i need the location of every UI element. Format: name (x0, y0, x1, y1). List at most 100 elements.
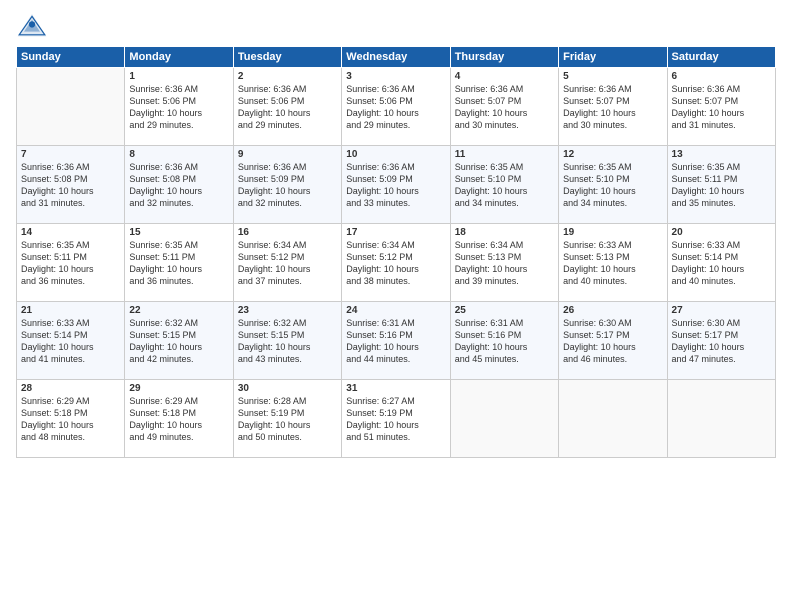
day-number: 30 (238, 383, 337, 394)
day-number: 13 (672, 149, 771, 160)
cell-content: Sunrise: 6:33 AM Sunset: 5:14 PM Dayligh… (21, 317, 120, 366)
day-number: 16 (238, 227, 337, 238)
day-number: 18 (455, 227, 554, 238)
calendar-cell: 12Sunrise: 6:35 AM Sunset: 5:10 PM Dayli… (559, 146, 667, 224)
cell-content: Sunrise: 6:35 AM Sunset: 5:10 PM Dayligh… (563, 161, 662, 210)
cell-content: Sunrise: 6:30 AM Sunset: 5:17 PM Dayligh… (563, 317, 662, 366)
calendar-cell: 16Sunrise: 6:34 AM Sunset: 5:12 PM Dayli… (233, 224, 341, 302)
calendar-cell (559, 380, 667, 458)
cell-content: Sunrise: 6:36 AM Sunset: 5:06 PM Dayligh… (346, 83, 445, 132)
header-day: Friday (559, 47, 667, 68)
day-number: 11 (455, 149, 554, 160)
cell-content: Sunrise: 6:30 AM Sunset: 5:17 PM Dayligh… (672, 317, 771, 366)
day-number: 29 (129, 383, 228, 394)
cell-content: Sunrise: 6:27 AM Sunset: 5:19 PM Dayligh… (346, 395, 445, 444)
calendar-cell: 15Sunrise: 6:35 AM Sunset: 5:11 PM Dayli… (125, 224, 233, 302)
cell-content: Sunrise: 6:35 AM Sunset: 5:11 PM Dayligh… (672, 161, 771, 210)
cell-content: Sunrise: 6:36 AM Sunset: 5:06 PM Dayligh… (238, 83, 337, 132)
cell-content: Sunrise: 6:35 AM Sunset: 5:11 PM Dayligh… (129, 239, 228, 288)
header-day: Wednesday (342, 47, 450, 68)
calendar-cell: 8Sunrise: 6:36 AM Sunset: 5:08 PM Daylig… (125, 146, 233, 224)
day-number: 8 (129, 149, 228, 160)
day-number: 19 (563, 227, 662, 238)
cell-content: Sunrise: 6:35 AM Sunset: 5:10 PM Dayligh… (455, 161, 554, 210)
calendar-week: 14Sunrise: 6:35 AM Sunset: 5:11 PM Dayli… (17, 224, 776, 302)
calendar-cell: 30Sunrise: 6:28 AM Sunset: 5:19 PM Dayli… (233, 380, 341, 458)
calendar-cell: 4Sunrise: 6:36 AM Sunset: 5:07 PM Daylig… (450, 68, 558, 146)
calendar-cell: 6Sunrise: 6:36 AM Sunset: 5:07 PM Daylig… (667, 68, 775, 146)
cell-content: Sunrise: 6:36 AM Sunset: 5:06 PM Dayligh… (129, 83, 228, 132)
cell-content: Sunrise: 6:31 AM Sunset: 5:16 PM Dayligh… (455, 317, 554, 366)
cell-content: Sunrise: 6:31 AM Sunset: 5:16 PM Dayligh… (346, 317, 445, 366)
calendar-cell: 17Sunrise: 6:34 AM Sunset: 5:12 PM Dayli… (342, 224, 450, 302)
header-day: Monday (125, 47, 233, 68)
calendar-cell: 28Sunrise: 6:29 AM Sunset: 5:18 PM Dayli… (17, 380, 125, 458)
calendar-cell: 9Sunrise: 6:36 AM Sunset: 5:09 PM Daylig… (233, 146, 341, 224)
calendar-cell: 25Sunrise: 6:31 AM Sunset: 5:16 PM Dayli… (450, 302, 558, 380)
day-number: 10 (346, 149, 445, 160)
header (16, 12, 776, 40)
calendar-cell: 20Sunrise: 6:33 AM Sunset: 5:14 PM Dayli… (667, 224, 775, 302)
calendar-cell: 27Sunrise: 6:30 AM Sunset: 5:17 PM Dayli… (667, 302, 775, 380)
day-number: 3 (346, 71, 445, 82)
cell-content: Sunrise: 6:36 AM Sunset: 5:07 PM Dayligh… (672, 83, 771, 132)
calendar-header: SundayMondayTuesdayWednesdayThursdayFrid… (17, 47, 776, 68)
header-day: Sunday (17, 47, 125, 68)
day-number: 31 (346, 383, 445, 394)
calendar-cell: 21Sunrise: 6:33 AM Sunset: 5:14 PM Dayli… (17, 302, 125, 380)
header-row: SundayMondayTuesdayWednesdayThursdayFrid… (17, 47, 776, 68)
cell-content: Sunrise: 6:36 AM Sunset: 5:08 PM Dayligh… (21, 161, 120, 210)
day-number: 4 (455, 71, 554, 82)
cell-content: Sunrise: 6:33 AM Sunset: 5:14 PM Dayligh… (672, 239, 771, 288)
cell-content: Sunrise: 6:36 AM Sunset: 5:07 PM Dayligh… (455, 83, 554, 132)
day-number: 15 (129, 227, 228, 238)
day-number: 20 (672, 227, 771, 238)
calendar-table: SundayMondayTuesdayWednesdayThursdayFrid… (16, 46, 776, 458)
day-number: 2 (238, 71, 337, 82)
cell-content: Sunrise: 6:29 AM Sunset: 5:18 PM Dayligh… (21, 395, 120, 444)
day-number: 27 (672, 305, 771, 316)
day-number: 26 (563, 305, 662, 316)
calendar-cell: 14Sunrise: 6:35 AM Sunset: 5:11 PM Dayli… (17, 224, 125, 302)
calendar-cell (450, 380, 558, 458)
day-number: 7 (21, 149, 120, 160)
day-number: 6 (672, 71, 771, 82)
calendar-cell: 3Sunrise: 6:36 AM Sunset: 5:06 PM Daylig… (342, 68, 450, 146)
day-number: 5 (563, 71, 662, 82)
day-number: 24 (346, 305, 445, 316)
calendar-cell: 10Sunrise: 6:36 AM Sunset: 5:09 PM Dayli… (342, 146, 450, 224)
header-day: Thursday (450, 47, 558, 68)
day-number: 28 (21, 383, 120, 394)
calendar-cell: 11Sunrise: 6:35 AM Sunset: 5:10 PM Dayli… (450, 146, 558, 224)
day-number: 14 (21, 227, 120, 238)
day-number: 17 (346, 227, 445, 238)
day-number: 25 (455, 305, 554, 316)
day-number: 9 (238, 149, 337, 160)
header-day: Tuesday (233, 47, 341, 68)
day-number: 22 (129, 305, 228, 316)
calendar-cell: 18Sunrise: 6:34 AM Sunset: 5:13 PM Dayli… (450, 224, 558, 302)
calendar-week: 7Sunrise: 6:36 AM Sunset: 5:08 PM Daylig… (17, 146, 776, 224)
calendar-cell: 1Sunrise: 6:36 AM Sunset: 5:06 PM Daylig… (125, 68, 233, 146)
logo-icon (16, 12, 48, 40)
logo (16, 12, 52, 40)
calendar-cell: 5Sunrise: 6:36 AM Sunset: 5:07 PM Daylig… (559, 68, 667, 146)
calendar-cell: 13Sunrise: 6:35 AM Sunset: 5:11 PM Dayli… (667, 146, 775, 224)
cell-content: Sunrise: 6:36 AM Sunset: 5:09 PM Dayligh… (346, 161, 445, 210)
cell-content: Sunrise: 6:35 AM Sunset: 5:11 PM Dayligh… (21, 239, 120, 288)
header-day: Saturday (667, 47, 775, 68)
cell-content: Sunrise: 6:32 AM Sunset: 5:15 PM Dayligh… (129, 317, 228, 366)
day-number: 23 (238, 305, 337, 316)
calendar-cell (667, 380, 775, 458)
calendar-week: 1Sunrise: 6:36 AM Sunset: 5:06 PM Daylig… (17, 68, 776, 146)
cell-content: Sunrise: 6:34 AM Sunset: 5:13 PM Dayligh… (455, 239, 554, 288)
calendar-cell: 2Sunrise: 6:36 AM Sunset: 5:06 PM Daylig… (233, 68, 341, 146)
cell-content: Sunrise: 6:34 AM Sunset: 5:12 PM Dayligh… (346, 239, 445, 288)
calendar-cell (17, 68, 125, 146)
cell-content: Sunrise: 6:32 AM Sunset: 5:15 PM Dayligh… (238, 317, 337, 366)
calendar-cell: 23Sunrise: 6:32 AM Sunset: 5:15 PM Dayli… (233, 302, 341, 380)
calendar-cell: 7Sunrise: 6:36 AM Sunset: 5:08 PM Daylig… (17, 146, 125, 224)
day-number: 1 (129, 71, 228, 82)
calendar-cell: 26Sunrise: 6:30 AM Sunset: 5:17 PM Dayli… (559, 302, 667, 380)
cell-content: Sunrise: 6:36 AM Sunset: 5:07 PM Dayligh… (563, 83, 662, 132)
